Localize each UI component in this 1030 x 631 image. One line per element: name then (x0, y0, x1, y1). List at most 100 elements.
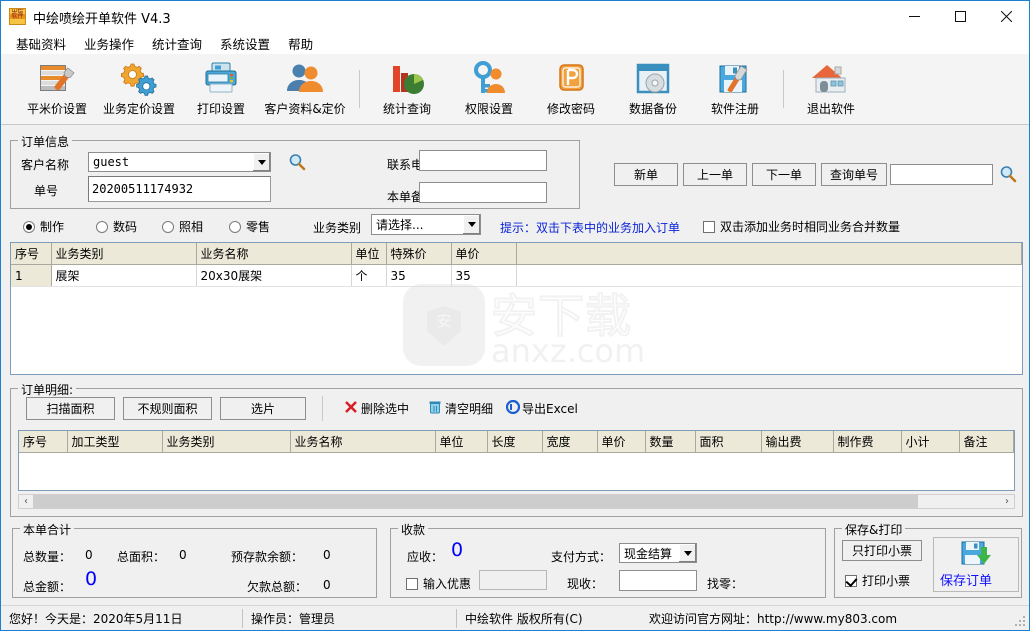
toolbar-button-register[interactable]: 软件注册 (693, 58, 777, 122)
radio-make[interactable]: 制作 (23, 218, 64, 235)
column-header-unit[interactable]: 单位 (435, 431, 488, 453)
save-order-label: 保存订单 (940, 574, 993, 589)
window-title: 中绘喷绘开单软件 V4.3 (33, 12, 171, 27)
select-photo-button[interactable]: 选片 (220, 397, 306, 420)
chart-icon (365, 58, 449, 100)
column-header-quantity[interactable]: 数量 (645, 431, 696, 453)
column-header-index[interactable]: 序号 (11, 243, 52, 265)
cell-category: 展架 (51, 264, 197, 287)
maximize-icon[interactable] (937, 1, 983, 32)
clear-detail-label: 清空明细 (445, 402, 494, 416)
order-no-input[interactable] (88, 176, 271, 202)
column-header-index[interactable]: 序号 (19, 431, 68, 453)
toolbar-button-backup[interactable]: 数据备份 (611, 58, 695, 122)
discount-checkbox[interactable]: 输入优惠 (406, 575, 471, 592)
toolbar-label: 软件注册 (710, 102, 759, 116)
order-detail-legend: 订单明细: (18, 381, 77, 398)
menu-item-statistics[interactable]: 统计查询 (143, 32, 211, 55)
business-category-combo[interactable]: 请选择... (371, 214, 481, 235)
chevron-down-icon[interactable] (252, 153, 270, 171)
menu-item-operations[interactable]: 业务操作 (75, 32, 143, 55)
cell-unit-price: 35 (451, 264, 517, 287)
detail-table[interactable]: 序号 加工类型 业务类别 业务名称 单位 长度 宽度 单价 数量 面积 输出费 … (18, 430, 1015, 491)
radio-digital[interactable]: 数码 (96, 218, 137, 235)
close-icon[interactable] (983, 1, 1029, 32)
chevron-right-icon[interactable]: › (1000, 495, 1014, 508)
chevron-left-icon[interactable]: ‹ (19, 495, 33, 508)
radio-dot-icon (96, 220, 108, 233)
column-header-subtotal[interactable]: 小计 (901, 431, 960, 453)
column-header-unit-price[interactable]: 单价 (451, 243, 517, 265)
column-header-name[interactable]: 业务名称 (196, 243, 352, 265)
checkbox-icon (703, 220, 715, 233)
query-order-input[interactable] (890, 164, 993, 185)
business-table-grid: 序号 业务类别 业务名称 单位 特殊价 单价 1 展架 20x30展架 个 35… (11, 243, 1022, 287)
column-header-length[interactable]: 长度 (487, 431, 543, 453)
discount-input[interactable] (479, 570, 547, 590)
new-order-button[interactable]: 新单 (614, 163, 678, 186)
export-excel-action[interactable]: 导出Excel (505, 399, 578, 417)
scan-area-button[interactable]: 扫描面积 (26, 397, 115, 420)
radio-retail[interactable]: 零售 (229, 218, 270, 235)
toolbar-button-price-settings[interactable]: 平米价设置 (15, 58, 99, 122)
next-order-button[interactable]: 下一单 (752, 163, 816, 186)
column-header-process-type[interactable]: 加工类型 (67, 431, 163, 453)
customer-search-icon[interactable] (288, 153, 306, 174)
resize-grip[interactable] (1014, 615, 1026, 627)
minimize-icon[interactable] (891, 1, 937, 32)
column-header-width[interactable]: 宽度 (542, 431, 598, 453)
column-header-unit[interactable]: 单位 (351, 243, 387, 265)
phone-input[interactable] (419, 150, 547, 171)
delete-selected-label: 删除选中 (361, 402, 410, 416)
column-header-category[interactable]: 业务类别 (162, 431, 291, 453)
table-row[interactable]: 1 展架 20x30展架 个 35 35 (11, 264, 1022, 287)
print-receipt-only-button[interactable]: 只打印小票 (842, 540, 922, 561)
radio-dot-icon (23, 220, 35, 233)
toolbar-button-permissions[interactable]: 权限设置 (447, 58, 531, 122)
clear-detail-action[interactable]: 清空明细 (428, 400, 493, 417)
column-header-name[interactable]: 业务名称 (290, 431, 436, 453)
radio-dot-icon (162, 220, 174, 233)
irregular-area-button[interactable]: 不规则面积 (123, 397, 212, 420)
scrollbar-track[interactable] (33, 495, 1000, 508)
chevron-down-icon[interactable] (678, 544, 696, 562)
toolbar-button-exit[interactable]: 退出软件 (789, 58, 873, 122)
merge-quantity-checkbox[interactable]: 双击添加业务时相同业务合并数量 (703, 218, 900, 235)
toolbar-button-statistics[interactable]: 统计查询 (365, 58, 449, 122)
column-header-note[interactable]: 备注 (959, 431, 1014, 453)
received-input[interactable] (619, 570, 697, 591)
column-header-special-price[interactable]: 特殊价 (386, 243, 452, 265)
prev-order-button[interactable]: 上一单 (683, 163, 747, 186)
scrollbar-thumb[interactable] (33, 495, 918, 508)
checkbox-icon (406, 577, 418, 590)
customer-name-combo[interactable]: guest (88, 152, 271, 172)
column-header-area[interactable]: 面积 (695, 431, 762, 453)
menu-item-help[interactable]: 帮助 (279, 32, 322, 55)
toolbar-separator-2 (783, 70, 784, 108)
query-search-icon[interactable] (999, 165, 1017, 186)
chevron-down-icon[interactable] (462, 215, 480, 234)
cell-special-price: 35 (386, 264, 452, 287)
column-header-unit-price[interactable]: 单价 (597, 431, 646, 453)
toolbar-button-change-password[interactable]: 修改密码 (529, 58, 613, 122)
menu-item-basic-data[interactable]: 基础资料 (7, 32, 75, 55)
detail-table-header-row: 序号 加工类型 业务类别 业务名称 单位 长度 宽度 单价 数量 面积 输出费 … (19, 431, 1014, 453)
toolbar-button-customer-data[interactable]: 客户资料&定价 (259, 58, 351, 122)
print-receipt-checkbox[interactable]: 打印小票 (845, 572, 910, 589)
detail-horizontal-scrollbar[interactable]: ‹ › (18, 494, 1015, 509)
toolbar-button-business-pricing[interactable]: 业务定价设置 (97, 58, 181, 122)
delete-selected-action[interactable]: 删除选中 (344, 400, 409, 417)
remark-input[interactable] (419, 182, 547, 203)
business-table[interactable]: 序号 业务类别 业务名称 单位 特殊价 单价 1 展架 20x30展架 个 35… (10, 242, 1023, 375)
column-header-category[interactable]: 业务类别 (51, 243, 197, 265)
radio-photo[interactable]: 照相 (162, 218, 203, 235)
payment-method-combo[interactable]: 现金结算 (619, 543, 697, 563)
order-no-label: 单号 (34, 184, 59, 198)
menu-item-system-settings[interactable]: 系统设置 (211, 32, 279, 55)
save-order-button[interactable]: 保存订单 (933, 537, 1019, 592)
query-order-button[interactable]: 查询单号 (821, 163, 887, 186)
column-header-output-fee[interactable]: 输出费 (761, 431, 834, 453)
toolbar-button-print-settings[interactable]: 打印设置 (179, 58, 263, 122)
column-header-production-fee[interactable]: 制作费 (833, 431, 902, 453)
radio-label: 照相 (179, 220, 204, 234)
